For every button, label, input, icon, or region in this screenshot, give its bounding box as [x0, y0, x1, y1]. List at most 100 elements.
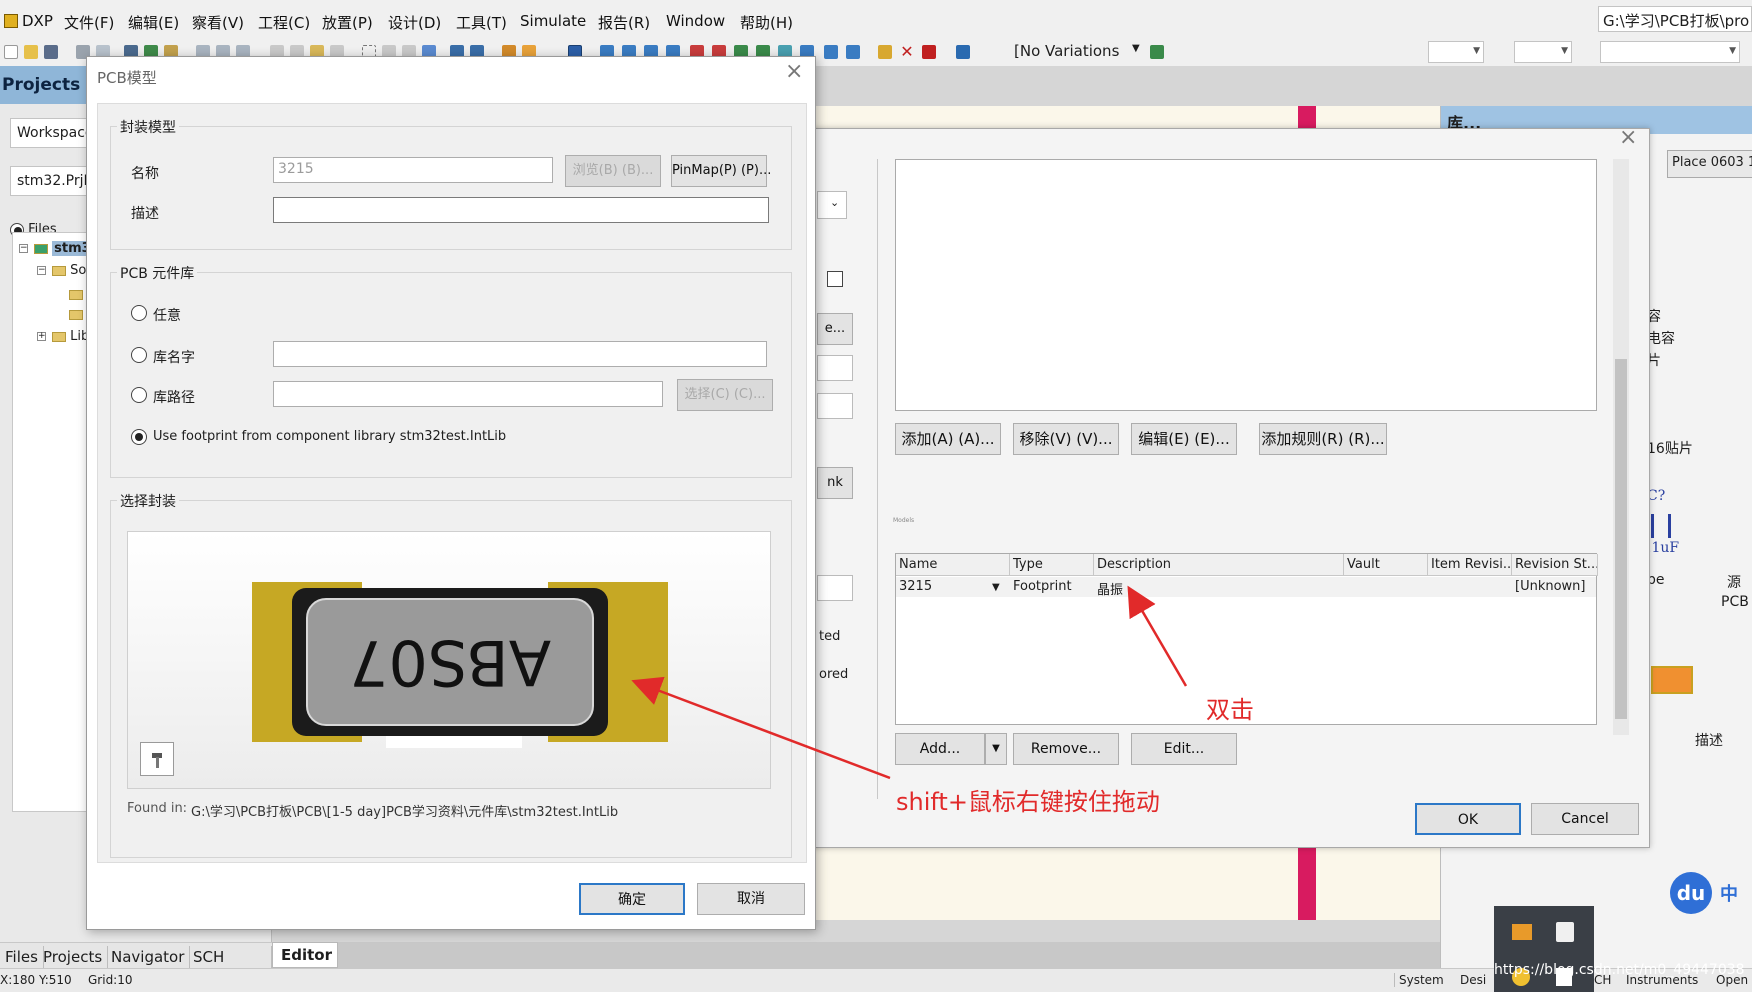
lib-item-4[interactable]: 16贴片	[1647, 438, 1693, 458]
directive-icon[interactable]	[878, 45, 892, 59]
tree-source[interactable]: − So	[37, 263, 86, 278]
tab-projects[interactable]: Projects	[38, 946, 109, 968]
place-component-button[interactable]: Place 0603 1u	[1667, 150, 1752, 178]
row-revision-status[interactable]: [Unknown]	[1512, 577, 1598, 597]
edit-parameter-button[interactable]: 编辑(E) (E)...	[1131, 423, 1237, 455]
baidu-ime-icon[interactable]: du	[1670, 872, 1712, 914]
menu-place[interactable]: 放置(P)	[322, 12, 373, 33]
description-input[interactable]	[273, 197, 769, 223]
shield-icon[interactable]	[1556, 922, 1574, 942]
col-description[interactable]: Description	[1094, 554, 1344, 576]
variations-chevron-icon[interactable]: ▼	[1132, 43, 1140, 54]
libpath-input[interactable]	[273, 381, 663, 407]
col-revision-status[interactable]: Revision St...	[1512, 554, 1598, 576]
radio-any[interactable]	[131, 305, 147, 321]
variations-dropdown[interactable]: [No Variations	[1014, 42, 1119, 60]
menu-report[interactable]: 报告(R)	[598, 12, 650, 33]
path-field[interactable]: G:\学习\PCB打板\pro	[1598, 6, 1752, 32]
libname-input[interactable]	[273, 341, 767, 367]
menu-edit[interactable]: 编辑(E)	[128, 12, 179, 33]
menu-help[interactable]: 帮助(H)	[740, 12, 793, 33]
tree-libraries[interactable]: + Lib	[37, 329, 89, 344]
menu-view[interactable]: 察看(V)	[192, 12, 244, 33]
props-cancel-button[interactable]: Cancel	[1531, 803, 1639, 835]
add-rule-button[interactable]: 添加规则(R) (R)...	[1259, 423, 1387, 455]
tab-navigator[interactable]: Navigator	[106, 946, 191, 968]
collapse-icon[interactable]: −	[37, 266, 46, 275]
models-add-button[interactable]: Add...	[895, 733, 985, 765]
row-vault[interactable]	[1344, 577, 1428, 597]
port-icon[interactable]	[824, 45, 838, 59]
menu-tools[interactable]: 工具(T)	[456, 12, 507, 33]
tab-editor[interactable]: Editor	[272, 942, 338, 968]
annotation-double-click: 双击	[1206, 696, 1254, 724]
status-system[interactable]: System	[1394, 973, 1444, 987]
models-add-dropdown-icon[interactable]: ▼	[985, 733, 1007, 765]
pcb-close-button[interactable]: ×	[785, 59, 803, 84]
confirm-button[interactable]: 确定	[579, 883, 685, 915]
pen-icon[interactable]	[956, 45, 970, 59]
col-vault[interactable]: Vault	[1344, 554, 1428, 576]
parameters-list[interactable]	[895, 159, 1597, 411]
menu-design[interactable]: 设计(D)	[388, 12, 441, 33]
col-type[interactable]: Type	[1010, 554, 1094, 576]
menu-project[interactable]: 工程(C)	[258, 12, 310, 33]
open-folder-icon[interactable]	[24, 45, 38, 59]
board-icon[interactable]	[1150, 45, 1164, 59]
preview-tool-button[interactable]	[140, 742, 174, 776]
radio-libname[interactable]	[131, 347, 147, 363]
combo-3[interactable]: ▼	[1600, 41, 1740, 63]
col-item-revision[interactable]: Item Revisi...	[1428, 554, 1512, 576]
collapse-icon[interactable]: −	[19, 244, 28, 253]
row-item-revision[interactable]	[1428, 577, 1512, 597]
props-fragment-field-2[interactable]	[817, 393, 853, 419]
menu-simulate[interactable]: Simulate	[520, 12, 586, 30]
scrollbar-thumb[interactable]	[1615, 359, 1627, 719]
props-scrollbar[interactable]	[1613, 159, 1629, 735]
tree-root[interactable]: − stm3	[19, 241, 93, 256]
props-fragment-button-1[interactable]: e...	[817, 313, 853, 345]
props-checkbox[interactable]	[827, 271, 843, 287]
add-parameter-button[interactable]: 添加(A) (A)...	[895, 423, 1001, 455]
compile-mask-icon[interactable]	[922, 45, 936, 59]
new-doc-icon[interactable]	[4, 45, 18, 59]
expand-icon[interactable]: +	[37, 332, 46, 341]
props-close-button[interactable]: ×	[1619, 125, 1637, 150]
props-fragment-field-1[interactable]	[817, 355, 853, 381]
tray-app-icon[interactable]	[1512, 924, 1532, 940]
pcb-library-label: PCB 元件库	[117, 263, 198, 283]
models-remove-button[interactable]: Remove...	[1013, 733, 1119, 765]
combo-1[interactable]: ▼	[1428, 41, 1484, 63]
no-erc-icon[interactable]: ✕	[900, 44, 914, 60]
combo-2[interactable]: ▼	[1514, 41, 1572, 63]
menu-file[interactable]: 文件(F)	[64, 12, 114, 33]
menu-window[interactable]: Window	[666, 12, 725, 30]
col-name[interactable]: Name	[896, 554, 1010, 576]
row-description[interactable]: 晶振	[1094, 577, 1344, 598]
choose-button[interactable]: 选择(C) (C)...	[677, 379, 773, 411]
menu-dxp[interactable]: DXP	[22, 12, 53, 30]
row-name-dropdown-icon[interactable]: ▼	[992, 582, 1000, 593]
props-dropdown-fragment[interactable]: ⌄	[817, 191, 847, 219]
lib-item-2[interactable]: 电容	[1647, 328, 1675, 348]
pinmap-button[interactable]: PinMap(P) (P)...	[671, 155, 771, 187]
remove-parameter-button[interactable]: 移除(V) (V)...	[1013, 423, 1119, 455]
name-input[interactable]: 3215	[273, 157, 553, 183]
row-type[interactable]: Footprint	[1010, 577, 1094, 597]
radio-use-footprint[interactable]	[131, 429, 147, 445]
tree-file-2[interactable]	[69, 307, 83, 322]
save-icon[interactable]	[44, 45, 58, 59]
models-edit-button[interactable]: Edit...	[1131, 733, 1237, 765]
offsheet-icon[interactable]	[846, 45, 860, 59]
footprint-preview[interactable]: ABS07	[127, 531, 771, 789]
props-fragment-field-3[interactable]	[817, 575, 853, 601]
props-fragment-button-2[interactable]: nk	[817, 467, 853, 499]
tab-sch-filter[interactable]: SCH Filter	[188, 946, 272, 984]
props-ok-button[interactable]: OK	[1415, 803, 1521, 835]
radio-libpath[interactable]	[131, 387, 147, 403]
status-design[interactable]: Desi	[1460, 973, 1486, 987]
cancel-button[interactable]: 取消	[697, 883, 805, 915]
browse-button[interactable]: 浏览(B) (B)...	[565, 155, 661, 187]
ime-mode-indicator[interactable]: 中	[1720, 880, 1738, 906]
tree-file-1[interactable]	[69, 287, 83, 302]
